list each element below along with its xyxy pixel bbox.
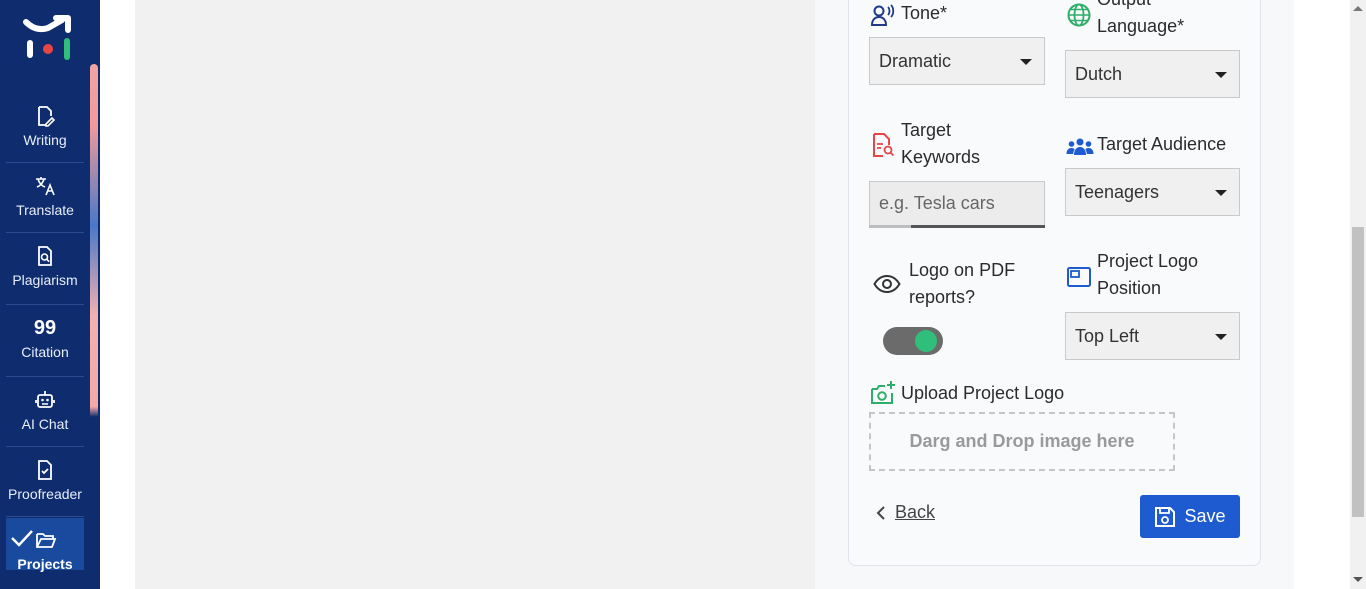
document-preview-area xyxy=(135,0,815,589)
tone-value: Dramatic xyxy=(879,50,952,71)
sidebar-item-label: Proofreader xyxy=(8,486,82,502)
target-audience-select[interactable]: Teenagers xyxy=(1065,168,1240,216)
output-language-label: Output Language* xyxy=(1097,0,1185,36)
eye-icon xyxy=(873,274,901,294)
target-keywords-label: Target Keywords xyxy=(901,120,981,167)
translate-icon xyxy=(36,177,55,196)
logo-on-pdf-toggle[interactable] xyxy=(883,327,943,355)
folder-open-icon xyxy=(36,533,57,548)
back-label: Back xyxy=(895,502,936,522)
sidebar-item-proofreader[interactable]: Proofreader xyxy=(6,458,84,502)
sidebar-divider xyxy=(6,232,84,233)
back-button[interactable]: Back xyxy=(875,502,935,523)
users-icon xyxy=(1066,138,1094,155)
chevron-down-icon xyxy=(1215,334,1227,340)
target-audience-value: Teenagers xyxy=(1075,181,1160,202)
chevron-down-icon xyxy=(1020,59,1032,65)
save-label: Save xyxy=(1184,506,1226,526)
scroll-down-arrow[interactable] xyxy=(1353,577,1363,582)
chevron-left-icon xyxy=(876,505,885,520)
scroll-up-arrow[interactable] xyxy=(1353,6,1363,11)
globe-icon xyxy=(1067,3,1091,27)
robot-icon xyxy=(35,391,55,408)
speaking-person-icon xyxy=(870,4,895,26)
document-search-icon xyxy=(873,133,895,157)
upload-logo-label: Upload Project Logo xyxy=(901,383,1065,403)
sidebar-item-label: Citation xyxy=(21,344,69,360)
sidebar-item-plagiarism[interactable]: Plagiarism xyxy=(6,244,84,288)
tone-label: Tone* xyxy=(901,3,948,23)
sidebar-divider xyxy=(6,516,84,517)
sidebar-scrollbar[interactable] xyxy=(90,64,98,568)
logo-position-value: Top Left xyxy=(1075,325,1140,346)
logo-position-select[interactable]: Top Left xyxy=(1065,312,1240,360)
app-logo[interactable] xyxy=(22,14,74,64)
sidebar-item-label: Plagiarism xyxy=(12,272,78,288)
sidebar-item-label: Writing xyxy=(23,132,67,148)
sidebar-item-projects[interactable]: Projects xyxy=(6,518,84,572)
toggle-knob xyxy=(915,330,937,352)
output-language-value: Dutch xyxy=(1075,63,1123,84)
sidebar-divider xyxy=(6,162,84,163)
logo-dropzone[interactable]: Darg and Drop image here xyxy=(869,412,1175,471)
dropzone-text: Darg and Drop image here xyxy=(909,431,1135,451)
tone-select[interactable]: Dramatic xyxy=(869,37,1045,85)
sidebar-item-label: Translate xyxy=(16,202,74,218)
floppy-disk-icon xyxy=(1155,506,1176,527)
sidebar-item-label: AI Chat xyxy=(21,416,69,432)
checkmark-icon xyxy=(11,530,33,547)
sidebar-divider xyxy=(6,446,84,447)
target-keywords-input[interactable]: e.g. Tesla cars xyxy=(869,181,1045,225)
sidebar-divider xyxy=(6,376,84,377)
sidebar-item-label: Projects xyxy=(17,556,73,572)
sidebar-divider xyxy=(6,304,84,305)
target-audience-label: Target Audience xyxy=(1097,134,1227,154)
input-underline xyxy=(869,225,911,228)
chevron-down-icon xyxy=(1215,190,1227,196)
sidebar-item-writing[interactable]: Writing xyxy=(6,104,84,148)
picture-in-picture-icon xyxy=(1067,267,1091,287)
chevron-down-icon xyxy=(1215,72,1227,78)
citation-icon: 99 xyxy=(33,317,57,339)
add-photo-icon xyxy=(871,381,895,404)
scrollbar-thumb[interactable] xyxy=(1352,227,1364,517)
proofreader-icon xyxy=(38,460,52,480)
output-language-select[interactable]: Dutch xyxy=(1065,50,1240,98)
sidebar-item-citation[interactable]: 99 Citation xyxy=(6,316,84,360)
logo-position-label: Project Logo Position xyxy=(1097,251,1199,298)
sidebar-item-ai-chat[interactable]: AI Chat xyxy=(6,388,84,432)
writing-icon xyxy=(38,106,56,127)
logo-on-pdf-label: Logo on PDF reports? xyxy=(909,260,1016,307)
save-button[interactable]: Save xyxy=(1140,495,1240,538)
input-underline xyxy=(911,225,1045,228)
sidebar-item-translate[interactable]: Translate xyxy=(6,174,84,218)
plagiarism-icon xyxy=(38,246,52,266)
target-keywords-placeholder: e.g. Tesla cars xyxy=(879,193,995,213)
